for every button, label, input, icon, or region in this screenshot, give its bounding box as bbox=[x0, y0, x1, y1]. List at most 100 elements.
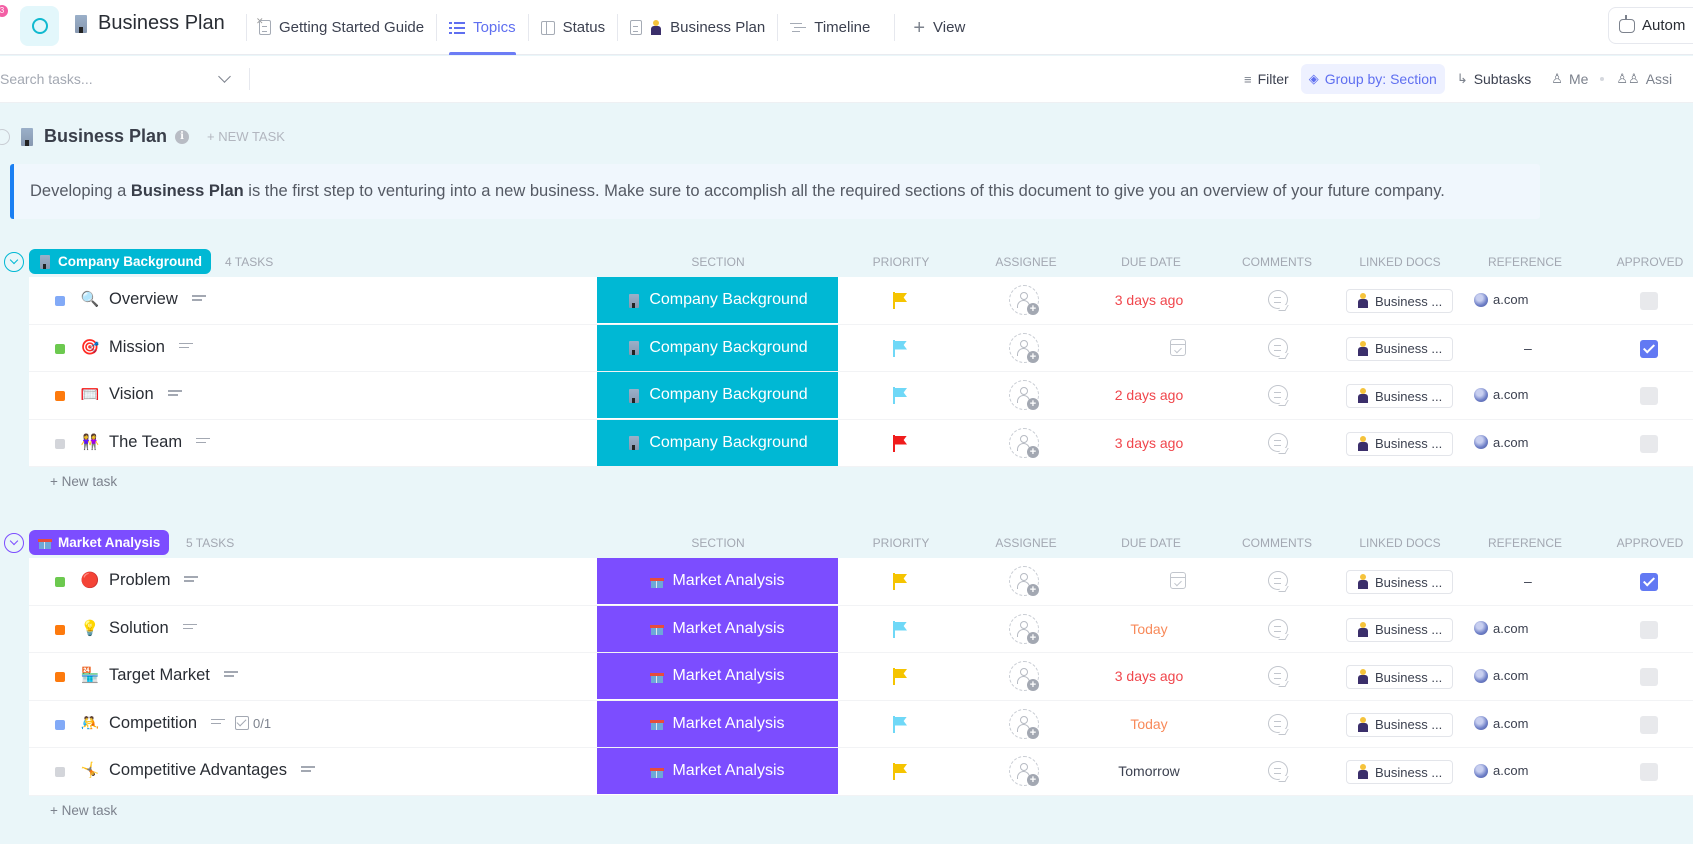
status-indicator[interactable] bbox=[55, 343, 65, 354]
approved-checkbox[interactable] bbox=[1640, 434, 1658, 453]
column-header-approved[interactable]: APPROVED bbox=[1617, 536, 1684, 550]
group-by-button[interactable]: ◈ Group by: Section bbox=[1300, 64, 1445, 94]
approved-checkbox[interactable] bbox=[1640, 763, 1658, 781]
reference-link[interactable]: a.com bbox=[1474, 292, 1528, 307]
table-row[interactable]: 🎯 Mission Company Background + Business … bbox=[29, 324, 1693, 372]
tab-topics[interactable]: Topics bbox=[437, 0, 528, 55]
due-date[interactable]: 2 days ago bbox=[1109, 387, 1189, 403]
column-header-approved[interactable]: APPROVED bbox=[1617, 255, 1684, 269]
add-assignee-icon[interactable]: + bbox=[1009, 566, 1039, 596]
notification-badge[interactable]: 3 bbox=[0, 5, 8, 17]
automations-button[interactable]: Autom bbox=[1608, 7, 1693, 44]
collapse-list-icon[interactable] bbox=[0, 128, 10, 145]
due-date[interactable]: Today bbox=[1109, 621, 1189, 637]
assignees-button[interactable]: ♙♙ Assi bbox=[1608, 64, 1680, 94]
task-name[interactable]: The Team bbox=[109, 433, 211, 452]
section-cell[interactable]: Market Analysis bbox=[597, 605, 838, 652]
task-name[interactable]: Problem bbox=[109, 571, 199, 590]
column-header-linked-docs[interactable]: LINKED DOCS bbox=[1359, 536, 1440, 550]
due-date[interactable]: 3 days ago bbox=[1109, 292, 1189, 308]
approved-checkbox[interactable] bbox=[1640, 620, 1658, 639]
column-header-linked-docs[interactable]: LINKED DOCS bbox=[1359, 255, 1440, 269]
tab-getting-started-guide[interactable]: ✕ Getting Started Guide bbox=[247, 0, 436, 55]
due-date[interactable]: Tomorrow bbox=[1109, 763, 1189, 779]
calendar-icon[interactable] bbox=[1170, 572, 1186, 589]
add-assignee-icon[interactable]: + bbox=[1009, 427, 1039, 458]
approved-checkbox[interactable] bbox=[1640, 339, 1658, 358]
section-cell[interactable]: Company Background bbox=[597, 277, 838, 323]
tab-status[interactable]: Status bbox=[529, 0, 618, 55]
priority-flag-icon[interactable] bbox=[893, 292, 907, 309]
table-row[interactable]: 🏪 Target Market Market Analysis + 3 days… bbox=[29, 653, 1693, 701]
info-icon[interactable]: i bbox=[175, 129, 190, 144]
priority-flag-icon[interactable] bbox=[893, 387, 907, 404]
task-name[interactable]: Overview bbox=[109, 290, 206, 309]
comment-icon[interactable] bbox=[1268, 761, 1288, 780]
task-name[interactable]: Competitive Advantages bbox=[109, 761, 315, 780]
column-header-comments[interactable]: COMMENTS bbox=[1242, 255, 1312, 269]
reference-link[interactable]: a.com bbox=[1474, 435, 1528, 450]
add-task-button[interactable]: + New task bbox=[50, 474, 117, 489]
section-cell[interactable]: Company Background bbox=[597, 372, 838, 418]
linked-doc-chip[interactable]: Business ... bbox=[1346, 384, 1453, 408]
column-header-comments[interactable]: COMMENTS bbox=[1242, 536, 1312, 550]
reference-link[interactable]: a.com bbox=[1474, 668, 1528, 683]
column-header-section[interactable]: SECTION bbox=[691, 536, 744, 550]
status-indicator[interactable] bbox=[55, 296, 65, 306]
linked-doc-chip[interactable]: Business ... bbox=[1346, 570, 1453, 594]
search-input[interactable] bbox=[0, 71, 210, 87]
chevron-down-icon[interactable] bbox=[218, 70, 231, 83]
section-cell[interactable]: Market Analysis bbox=[597, 748, 838, 794]
calendar-icon[interactable] bbox=[1170, 338, 1186, 356]
status-indicator[interactable] bbox=[55, 391, 65, 401]
status-indicator[interactable] bbox=[55, 767, 65, 777]
priority-flag-icon[interactable] bbox=[893, 339, 907, 357]
table-row[interactable]: 🤸 Competitive Advantages Market Analysis… bbox=[29, 748, 1693, 796]
column-header-priority[interactable]: PRIORITY bbox=[873, 255, 930, 269]
status-indicator[interactable] bbox=[55, 438, 65, 449]
me-filter-button[interactable]: ♙ Me bbox=[1543, 64, 1596, 94]
approved-checkbox[interactable] bbox=[1640, 292, 1658, 310]
priority-flag-icon[interactable] bbox=[893, 715, 907, 733]
reference-link[interactable]: a.com bbox=[1474, 621, 1528, 636]
add-assignee-icon[interactable]: + bbox=[1009, 332, 1039, 363]
section-cell[interactable]: Company Background bbox=[597, 324, 838, 371]
table-row[interactable]: 🔴 Problem Market Analysis + Business ...… bbox=[29, 558, 1693, 606]
group-name-pill[interactable]: Market Analysis bbox=[29, 530, 170, 555]
status-indicator[interactable] bbox=[55, 672, 65, 682]
table-row[interactable]: 🔍 Overview Company Background + 3 days a… bbox=[29, 277, 1693, 325]
priority-flag-icon[interactable] bbox=[893, 434, 907, 452]
section-cell[interactable]: Company Background bbox=[597, 419, 838, 466]
page-title[interactable]: Business Plan bbox=[98, 12, 225, 35]
status-indicator[interactable] bbox=[55, 624, 65, 635]
comment-icon[interactable] bbox=[1268, 432, 1288, 452]
reference-link[interactable]: a.com bbox=[1474, 716, 1528, 731]
linked-doc-chip[interactable]: Business ... bbox=[1346, 617, 1453, 642]
priority-flag-icon[interactable] bbox=[893, 573, 907, 590]
table-row[interactable]: 💡 Solution Market Analysis + Today Busin… bbox=[29, 605, 1693, 653]
approved-checkbox[interactable] bbox=[1640, 387, 1658, 405]
priority-flag-icon[interactable] bbox=[893, 620, 907, 638]
column-header-section[interactable]: SECTION bbox=[691, 255, 744, 269]
column-header-reference[interactable]: REFERENCE bbox=[1488, 536, 1562, 550]
priority-flag-icon[interactable] bbox=[893, 763, 907, 780]
section-cell[interactable]: Market Analysis bbox=[597, 558, 838, 604]
priority-flag-icon[interactable] bbox=[893, 668, 907, 685]
comment-icon[interactable] bbox=[1268, 385, 1288, 404]
column-header-due-date[interactable]: DUE DATE bbox=[1121, 255, 1181, 269]
task-name[interactable]: Mission bbox=[109, 338, 193, 357]
status-indicator[interactable] bbox=[55, 719, 65, 730]
collapse-group-icon[interactable] bbox=[4, 533, 24, 553]
approved-checkbox[interactable] bbox=[1640, 715, 1658, 734]
add-assignee-icon[interactable]: + bbox=[1009, 708, 1039, 739]
reference-empty[interactable]: – bbox=[1524, 573, 1532, 589]
add-assignee-icon[interactable]: + bbox=[1009, 285, 1039, 315]
linked-doc-chip[interactable]: Business ... bbox=[1346, 760, 1453, 784]
due-date[interactable]: Today bbox=[1109, 716, 1189, 732]
due-date[interactable]: 3 days ago bbox=[1109, 668, 1189, 684]
section-cell[interactable]: Market Analysis bbox=[597, 653, 838, 699]
linked-doc-chip[interactable]: Business ... bbox=[1346, 336, 1453, 361]
task-name[interactable]: Target Market bbox=[109, 666, 238, 685]
comment-icon[interactable] bbox=[1268, 337, 1288, 357]
comment-icon[interactable] bbox=[1268, 666, 1288, 685]
